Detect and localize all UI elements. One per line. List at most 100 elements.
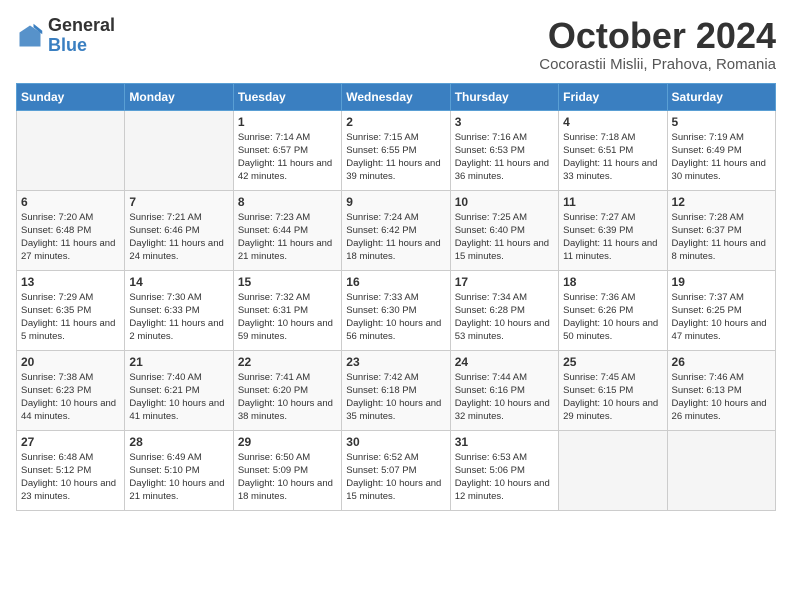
cell-info: Sunrise: 7:23 AMSunset: 6:44 PMDaylight:…: [238, 211, 337, 264]
calendar-cell: 6Sunrise: 7:20 AMSunset: 6:48 PMDaylight…: [17, 190, 125, 270]
week-row-2: 6Sunrise: 7:20 AMSunset: 6:48 PMDaylight…: [17, 190, 776, 270]
weekday-header-friday: Friday: [559, 83, 667, 110]
calendar-cell: [667, 430, 775, 510]
cell-info: Sunrise: 6:49 AMSunset: 5:10 PMDaylight:…: [129, 451, 228, 504]
calendar-cell: 16 Sunrise: 7:33 AMSunset: 6:30 PMDayligh…: [342, 270, 450, 350]
cell-info: Sunrise: 7:28 AMSunset: 6:37 PMDaylight:…: [672, 211, 771, 264]
calendar-cell: 25Sunrise: 7:45 AMSunset: 6:15 PMDayligh…: [559, 350, 667, 430]
cell-info: Sunrise: 7:37 AMSunset: 6:25 PMDaylight:…: [672, 291, 771, 344]
cell-info: Sunrise: 7:45 AMSunset: 6:15 PMDaylight:…: [563, 371, 662, 424]
weekday-header-sunday: Sunday: [17, 83, 125, 110]
calendar-cell: 3Sunrise: 7:16 AMSunset: 6:53 PMDaylight…: [450, 110, 558, 190]
cell-date: 20: [21, 355, 120, 369]
page-header: General Blue October 2024 Cocorastii Mis…: [16, 16, 776, 73]
cell-info: Sunrise: 7:21 AMSunset: 6:46 PMDaylight:…: [129, 211, 228, 264]
calendar-cell: 20 Sunrise: 7:38 AMSunset: 6:23 PMDayligh…: [17, 350, 125, 430]
cell-info: Sunrise: 7:24 AMSunset: 6:42 PMDaylight:…: [346, 211, 445, 264]
logo: General Blue: [16, 16, 115, 56]
calendar-cell: [125, 110, 233, 190]
cell-info: Sunrise: 7:33 AMSunset: 6:30 PMDaylight:…: [346, 291, 445, 344]
calendar-cell: 26Sunrise: 7:46 AMSunset: 6:13 PMDayligh…: [667, 350, 775, 430]
cell-date: 23: [346, 355, 445, 369]
cell-info: Sunrise: 7:36 AMSunset: 6:26 PMDaylight:…: [563, 291, 662, 344]
cell-info: Sunrise: 7:27 AMSunset: 6:39 PMDaylight:…: [563, 211, 662, 264]
cell-date: 11: [563, 195, 662, 209]
calendar-cell: 18 Sunrise: 7:36 AMSunset: 6:26 PMDayligh…: [559, 270, 667, 350]
calendar-cell: 13 Sunrise: 7:29 AMSunset: 6:35 PMDayligh…: [17, 270, 125, 350]
calendar-cell: 15Sunrise: 7:32 AMSunset: 6:31 PMDayligh…: [233, 270, 341, 350]
calendar-cell: 31Sunrise: 6:53 AMSunset: 5:06 PMDayligh…: [450, 430, 558, 510]
cell-date: 24: [455, 355, 554, 369]
cell-date: 6: [21, 195, 120, 209]
cell-date: 16: [346, 275, 445, 289]
calendar-cell: 17Sunrise: 7:34 AMSunset: 6:28 PMDayligh…: [450, 270, 558, 350]
cell-info: Sunrise: 7:25 AMSunset: 6:40 PMDaylight:…: [455, 211, 554, 264]
location-title: Cocorastii Mislii, Prahova, Romania: [539, 56, 776, 73]
cell-date: 8: [238, 195, 337, 209]
calendar-cell: 14Sunrise: 7:30 AMSunset: 6:33 PMDayligh…: [125, 270, 233, 350]
cell-date: 19: [672, 275, 771, 289]
cell-date: 10: [455, 195, 554, 209]
logo-icon: [16, 22, 44, 50]
calendar-cell: [559, 430, 667, 510]
calendar-cell: 11 Sunrise: 7:27 AMSunset: 6:39 PMDayligh…: [559, 190, 667, 270]
calendar-cell: 24 Sunrise: 7:44 AMSunset: 6:16 PMDayligh…: [450, 350, 558, 430]
cell-date: 12: [672, 195, 771, 209]
cell-info: Sunrise: 6:50 AMSunset: 5:09 PMDaylight:…: [238, 451, 337, 504]
cell-info: Sunrise: 6:52 AMSunset: 5:07 PMDaylight:…: [346, 451, 445, 504]
cell-info: Sunrise: 7:44 AMSunset: 6:16 PMDaylight:…: [455, 371, 554, 424]
weekday-header-monday: Monday: [125, 83, 233, 110]
calendar-cell: 7Sunrise: 7:21 AMSunset: 6:46 PMDaylight…: [125, 190, 233, 270]
weekday-header-row: SundayMondayTuesdayWednesdayThursdayFrid…: [17, 83, 776, 110]
weekday-header-wednesday: Wednesday: [342, 83, 450, 110]
calendar-cell: 23Sunrise: 7:42 AMSunset: 6:18 PMDayligh…: [342, 350, 450, 430]
cell-date: 5: [672, 115, 771, 129]
cell-info: Sunrise: 7:18 AMSunset: 6:51 PMDaylight:…: [563, 131, 662, 184]
cell-date: 21: [129, 355, 228, 369]
calendar-cell: 4 Sunrise: 7:18 AMSunset: 6:51 PMDaylight…: [559, 110, 667, 190]
cell-date: 18: [563, 275, 662, 289]
cell-date: 22: [238, 355, 337, 369]
calendar-cell: 12 Sunrise: 7:28 AMSunset: 6:37 PMDayligh…: [667, 190, 775, 270]
cell-date: 28: [129, 435, 228, 449]
weekday-header-thursday: Thursday: [450, 83, 558, 110]
cell-info: Sunrise: 7:41 AMSunset: 6:20 PMDaylight:…: [238, 371, 337, 424]
cell-info: Sunrise: 7:14 AMSunset: 6:57 PMDaylight:…: [238, 131, 337, 184]
calendar-cell: 5Sunrise: 7:19 AMSunset: 6:49 PMDaylight…: [667, 110, 775, 190]
week-row-1: 1Sunrise: 7:14 AMSunset: 6:57 PMDaylight…: [17, 110, 776, 190]
calendar-table: SundayMondayTuesdayWednesdayThursdayFrid…: [16, 83, 776, 511]
cell-date: 9: [346, 195, 445, 209]
cell-info: Sunrise: 6:53 AMSunset: 5:06 PMDaylight:…: [455, 451, 554, 504]
calendar-cell: 19 Sunrise: 7:37 AMSunset: 6:25 PMDayligh…: [667, 270, 775, 350]
cell-info: Sunrise: 7:15 AMSunset: 6:55 PMDaylight:…: [346, 131, 445, 184]
calendar-cell: 2Sunrise: 7:15 AMSunset: 6:55 PMDaylight…: [342, 110, 450, 190]
cell-date: 13: [21, 275, 120, 289]
calendar-cell: 21 Sunrise: 7:40 AMSunset: 6:21 PMDayligh…: [125, 350, 233, 430]
logo-blue: Blue: [48, 35, 87, 55]
cell-info: Sunrise: 7:29 AMSunset: 6:35 PMDaylight:…: [21, 291, 120, 344]
cell-date: 4: [563, 115, 662, 129]
cell-date: 26: [672, 355, 771, 369]
calendar-cell: 30 Sunrise: 6:52 AMSunset: 5:07 PMDayligh…: [342, 430, 450, 510]
cell-info: Sunrise: 7:30 AMSunset: 6:33 PMDaylight:…: [129, 291, 228, 344]
cell-date: 27: [21, 435, 120, 449]
title-block: October 2024 Cocorastii Mislii, Prahova,…: [539, 16, 776, 73]
calendar-cell: 22 Sunrise: 7:41 AMSunset: 6:20 PMDayligh…: [233, 350, 341, 430]
calendar-cell: 1Sunrise: 7:14 AMSunset: 6:57 PMDaylight…: [233, 110, 341, 190]
logo-text: General Blue: [48, 16, 115, 56]
cell-date: 29: [238, 435, 337, 449]
calendar-cell: 9 Sunrise: 7:24 AMSunset: 6:42 PMDaylight…: [342, 190, 450, 270]
calendar-cell: 10 Sunrise: 7:25 AMSunset: 6:40 PMDayligh…: [450, 190, 558, 270]
cell-info: Sunrise: 7:32 AMSunset: 6:31 PMDaylight:…: [238, 291, 337, 344]
cell-info: Sunrise: 7:40 AMSunset: 6:21 PMDaylight:…: [129, 371, 228, 424]
calendar-cell: 8 Sunrise: 7:23 AMSunset: 6:44 PMDaylight…: [233, 190, 341, 270]
cell-date: 30: [346, 435, 445, 449]
month-title: October 2024: [539, 16, 776, 56]
cell-date: 3: [455, 115, 554, 129]
logo-general: General: [48, 15, 115, 35]
cell-info: Sunrise: 7:38 AMSunset: 6:23 PMDaylight:…: [21, 371, 120, 424]
weekday-header-saturday: Saturday: [667, 83, 775, 110]
calendar-cell: 28 Sunrise: 6:49 AMSunset: 5:10 PMDayligh…: [125, 430, 233, 510]
week-row-5: 27Sunrise: 6:48 AMSunset: 5:12 PMDayligh…: [17, 430, 776, 510]
calendar-cell: [17, 110, 125, 190]
